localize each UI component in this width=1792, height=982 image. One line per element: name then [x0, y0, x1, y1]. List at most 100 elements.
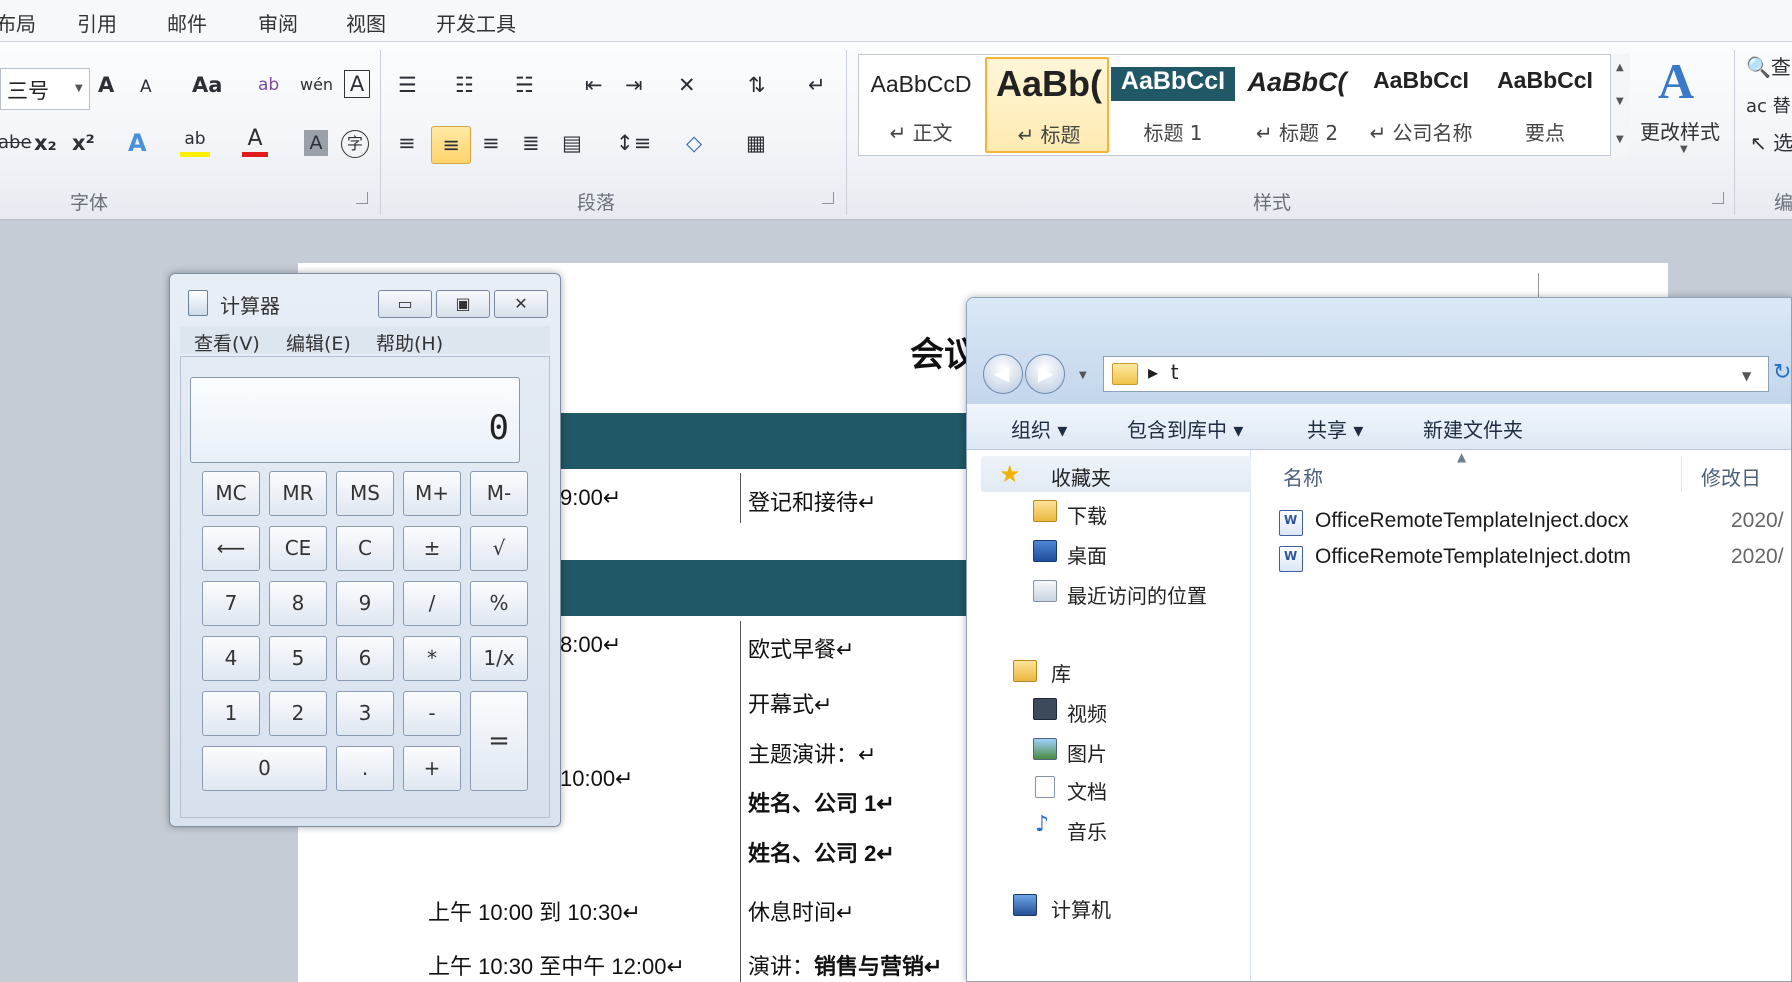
favorites-header[interactable] [981, 456, 1251, 492]
key-equals[interactable]: = [470, 691, 528, 791]
char-shade-icon[interactable]: A [304, 130, 328, 156]
align-left-icon[interactable]: ≡ [398, 128, 416, 158]
styles-dialog-launcher-icon[interactable] [1712, 192, 1724, 204]
chinese-layout-icon[interactable]: ✕ [678, 70, 696, 100]
nav-item-pictures[interactable]: 图片 [1067, 738, 1107, 767]
decrease-indent-icon[interactable]: ⇤ [585, 70, 603, 100]
nav-item-music[interactable]: 音乐 [1067, 816, 1107, 845]
chevron-down-icon[interactable]: ▼ [1742, 369, 1751, 383]
key-multiply[interactable]: * [403, 636, 461, 681]
style-company-name[interactable]: AaBbCcI ↵ 公司名称 [1359, 57, 1483, 153]
grow-font-icon[interactable]: A [98, 70, 114, 100]
char-border-icon[interactable]: A [344, 70, 370, 98]
style-title[interactable]: AaBb( ↵ 标题 [985, 57, 1109, 153]
refresh-icon[interactable]: ↻ [1773, 360, 1791, 385]
maximize-button[interactable]: ▣ [436, 290, 490, 318]
font-size-select[interactable]: 三号 ▼ [0, 68, 90, 110]
gallery-more-icon[interactable]: ▼ [1616, 134, 1624, 145]
key-9[interactable]: 9 [336, 581, 394, 626]
key-sqrt[interactable]: √ [470, 526, 528, 571]
highlight-icon[interactable]: ab [180, 126, 210, 157]
line-spacing-icon[interactable]: ↕≡ [616, 128, 651, 158]
key-8[interactable]: 8 [269, 581, 327, 626]
explorer-window[interactable]: ◀ ▶ ▼ ▸ t ▼ ↻ 组织 ▾ 包含到库中 ▾ 共享 ▾ 新建文件夹 ★ … [966, 297, 1792, 982]
tab-layout[interactable]: 布局 [0, 8, 36, 37]
style-heading-2[interactable]: AaBbC( ↵ 标题 2 [1235, 57, 1359, 153]
calculator-window[interactable]: 计算器 ▭ ▣ ✕ 查看(V) 编辑(E) 帮助(H) 0 MC MR MS M… [169, 273, 561, 827]
select-button[interactable]: ↖ 选 [1750, 128, 1792, 158]
key-mr[interactable]: MR [269, 471, 327, 516]
chevron-down-icon[interactable]: ▼ [1616, 96, 1624, 107]
replace-button[interactable]: ac 替 [1746, 92, 1791, 122]
key-2[interactable]: 2 [269, 691, 327, 736]
key-percent[interactable]: % [470, 581, 528, 626]
show-marks-icon[interactable]: ↵ [808, 70, 826, 100]
bullets-icon[interactable]: ☰ [398, 70, 417, 100]
text-effects-icon[interactable]: A [128, 128, 147, 158]
superscript-icon[interactable]: x² [72, 128, 95, 158]
file-row[interactable]: W OfficeRemoteTemplateInject.dotm 2020/ [1275, 542, 1791, 576]
forward-button[interactable]: ▶ [1025, 354, 1065, 394]
enclose-char-icon[interactable]: 字 [341, 130, 369, 158]
key-0[interactable]: 0 [202, 746, 327, 791]
strikethrough-icon[interactable]: abe [0, 128, 32, 158]
font-color-icon[interactable]: A [242, 126, 268, 157]
organize-button[interactable]: 组织 ▾ [1011, 414, 1067, 443]
nav-item-downloads[interactable]: 下载 [1067, 500, 1107, 529]
subscript-icon[interactable]: x₂ [34, 128, 57, 158]
close-button[interactable]: ✕ [494, 290, 548, 318]
distributed-icon[interactable]: ▤ [562, 128, 582, 158]
tab-references[interactable]: 引用 [77, 8, 117, 37]
gallery-scrollbar[interactable]: ▲ ▼ ▼ [1610, 54, 1630, 156]
chevron-up-icon[interactable]: ▲ [1616, 62, 1624, 73]
key-1[interactable]: 1 [202, 691, 260, 736]
recent-pages-chevron-icon[interactable]: ▼ [1079, 370, 1087, 381]
key-4[interactable]: 4 [202, 636, 260, 681]
address-bar[interactable]: ▸ t ▼ [1103, 356, 1769, 392]
pinyin-icon[interactable]: wén [300, 70, 333, 100]
nav-item-libraries[interactable]: 库 [1051, 658, 1071, 687]
multilevel-list-icon[interactable]: ☵ [515, 70, 534, 100]
sort-icon[interactable]: ⇅ [748, 70, 766, 100]
justify-icon[interactable]: ≣ [522, 128, 540, 158]
key-ms[interactable]: MS [336, 471, 394, 516]
nav-item-videos[interactable]: 视频 [1067, 698, 1107, 727]
minimize-button[interactable]: ▭ [378, 290, 432, 318]
find-button[interactable]: 🔍查 [1746, 52, 1791, 82]
key-mc[interactable]: MC [202, 471, 260, 516]
include-in-library-button[interactable]: 包含到库中 ▾ [1127, 414, 1243, 443]
align-right-icon[interactable]: ≡ [482, 128, 500, 158]
key-c[interactable]: C [336, 526, 394, 571]
nav-item-recent-places[interactable]: 最近访问的位置 [1067, 580, 1207, 609]
menu-help[interactable]: 帮助(H) [376, 329, 443, 356]
borders-icon[interactable]: ▦ [746, 128, 766, 158]
tab-developer[interactable]: 开发工具 [436, 8, 516, 37]
menu-edit[interactable]: 编辑(E) [286, 329, 351, 356]
key-6[interactable]: 6 [336, 636, 394, 681]
tab-view[interactable]: 视图 [346, 8, 386, 37]
style-normal[interactable]: AaBbCcD ↵ 正文 [859, 57, 983, 153]
new-folder-button[interactable]: 新建文件夹 [1423, 414, 1523, 443]
nav-item-documents[interactable]: 文档 [1067, 776, 1107, 805]
file-row[interactable]: W OfficeRemoteTemplateInject.docx 2020/ [1275, 506, 1791, 540]
key-plus-minus[interactable]: ± [403, 526, 461, 571]
nav-item-computer[interactable]: 计算机 [1051, 894, 1111, 923]
key-5[interactable]: 5 [269, 636, 327, 681]
key-3[interactable]: 3 [336, 691, 394, 736]
key-divide[interactable]: / [403, 581, 461, 626]
numbering-icon[interactable]: ☷ [455, 70, 474, 100]
key-backspace[interactable]: ⟵ [202, 526, 260, 571]
paragraph-dialog-launcher-icon[interactable] [822, 192, 834, 204]
key-decimal[interactable]: . [336, 746, 394, 791]
key-minus[interactable]: - [403, 691, 461, 736]
address-breadcrumb[interactable]: ▸ t [1148, 360, 1179, 384]
menu-view[interactable]: 查看(V) [194, 329, 260, 356]
style-key-points[interactable]: AaBbCcI 要点 [1483, 57, 1607, 153]
shading-icon[interactable]: ◇ [686, 128, 702, 158]
tab-mailings[interactable]: 邮件 [167, 8, 207, 37]
key-plus[interactable]: + [403, 746, 461, 791]
change-case-icon[interactable]: Aa [192, 70, 222, 100]
shrink-font-icon[interactable]: A [140, 72, 152, 102]
back-button[interactable]: ◀ [983, 354, 1023, 394]
nav-item-desktop[interactable]: 桌面 [1067, 540, 1107, 569]
